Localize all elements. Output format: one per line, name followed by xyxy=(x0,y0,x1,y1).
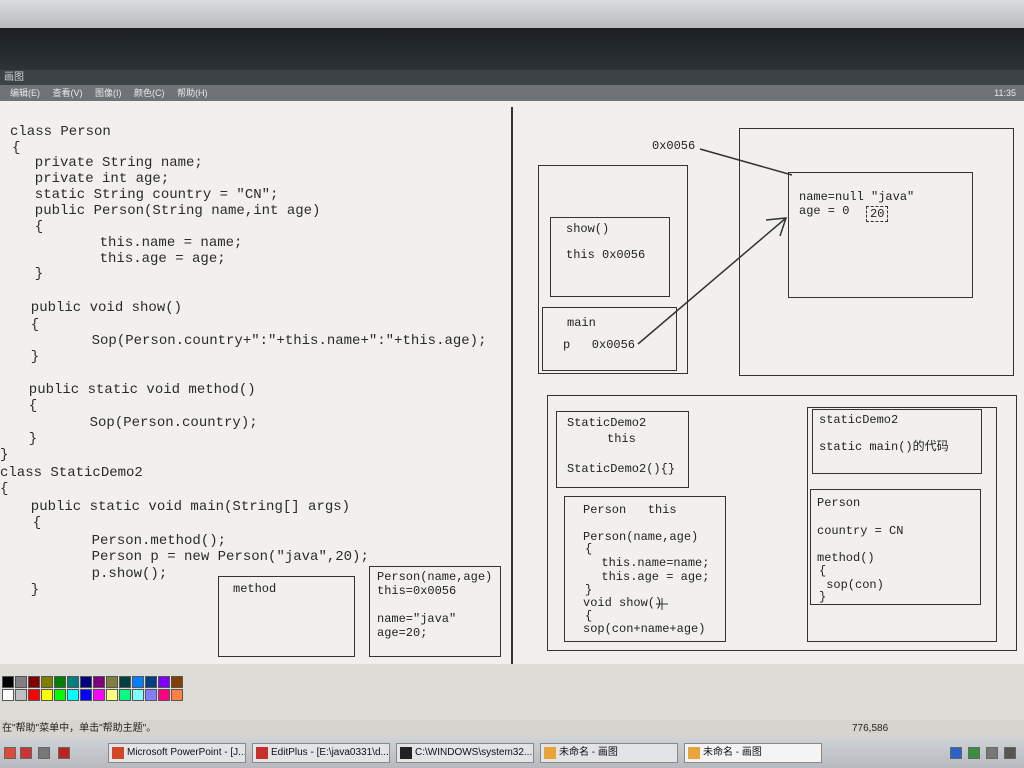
menu-color[interactable]: 颜色(C) xyxy=(134,85,165,101)
palette-swatch[interactable] xyxy=(93,689,105,701)
status-text: 在"帮助"菜单中，单击"帮助主题"。 xyxy=(2,723,157,734)
quicklaunch-icon[interactable] xyxy=(4,747,16,759)
taskbar-item-paint-2[interactable]: 未命名 - 画图 xyxy=(684,743,822,763)
palette-swatch[interactable] xyxy=(80,689,92,701)
taskbar-item-label: 未命名 - 画图 xyxy=(703,747,762,758)
taskbar-item-label: EditPlus - [E:\java0331\d... xyxy=(271,747,389,758)
palette-swatch[interactable] xyxy=(119,689,131,701)
paint-canvas[interactable]: class Person { private String name; priv… xyxy=(0,101,1024,664)
taskbar-item-powerpoint[interactable]: Microsoft PowerPoint - [J... xyxy=(108,743,246,763)
tray-icon[interactable] xyxy=(986,747,998,759)
monitor-bezel xyxy=(0,28,1024,70)
reference-arrow-line xyxy=(637,217,787,345)
palette-swatch[interactable] xyxy=(15,676,27,688)
palette-swatch[interactable] xyxy=(2,676,14,688)
palette-swatch[interactable] xyxy=(106,689,118,701)
menu-right-readout: 11:35 xyxy=(994,88,1016,98)
cursor-coordinates: 776,586 xyxy=(852,723,889,734)
palette-swatch[interactable] xyxy=(145,689,157,701)
menu-image[interactable]: 图像(I) xyxy=(95,85,122,101)
menu-help[interactable]: 帮助(H) xyxy=(177,85,208,101)
arrows-overlay xyxy=(637,148,793,610)
quicklaunch-icon[interactable] xyxy=(20,747,32,759)
taskbar-item-label: Microsoft PowerPoint - [J... xyxy=(127,747,246,758)
palette-swatch[interactable] xyxy=(93,676,105,688)
quicklaunch-icon[interactable] xyxy=(38,747,50,759)
palette-swatch[interactable] xyxy=(158,689,170,701)
palette-swatch[interactable] xyxy=(2,689,14,701)
tray-icon[interactable] xyxy=(968,747,980,759)
tray-icon[interactable] xyxy=(950,747,962,759)
palette-swatch[interactable] xyxy=(132,689,144,701)
taskbar-item-paint-1[interactable]: 未命名 - 画图 xyxy=(540,743,678,763)
wall-background xyxy=(0,0,1024,28)
editplus-icon xyxy=(256,747,268,759)
paint-icon xyxy=(544,747,556,759)
taskbar-item-label: C:\WINDOWS\system32... xyxy=(415,747,533,758)
taskbar-item-cmd[interactable]: C:\WINDOWS\system32... xyxy=(396,743,534,763)
palette-swatch[interactable] xyxy=(158,676,170,688)
menu-edit[interactable]: 编辑(E) xyxy=(10,85,40,101)
palette-swatch[interactable] xyxy=(67,689,79,701)
color-palette-area xyxy=(0,664,1024,720)
palette-swatch[interactable] xyxy=(28,676,40,688)
tray-icon[interactable] xyxy=(1004,747,1016,759)
powerpoint-icon xyxy=(112,747,124,759)
palette-swatch[interactable] xyxy=(41,689,53,701)
palette-swatch[interactable] xyxy=(132,676,144,688)
taskbar: Microsoft PowerPoint - [J... EditPlus - … xyxy=(0,738,1024,768)
cmd-icon xyxy=(400,747,412,759)
quicklaunch-icon[interactable] xyxy=(58,747,70,759)
palette-swatch[interactable] xyxy=(171,689,183,701)
palette-swatch[interactable] xyxy=(54,689,66,701)
palette-swatch[interactable] xyxy=(28,689,40,701)
taskbar-item-label: 未命名 - 画图 xyxy=(559,747,618,758)
palette-swatch[interactable] xyxy=(106,676,118,688)
palette-swatch[interactable] xyxy=(80,676,92,688)
palette-swatch[interactable] xyxy=(15,689,27,701)
menu-view[interactable]: 查看(V) xyxy=(53,85,83,101)
paint-icon xyxy=(688,747,700,759)
menu-bar: 编辑(E) 查看(V) 图像(I) 颜色(C) 帮助(H) 11:35 xyxy=(0,85,1024,101)
address-pointer-line xyxy=(699,148,793,176)
palette-swatch[interactable] xyxy=(171,676,183,688)
palette-swatch[interactable] xyxy=(67,676,79,688)
palette-swatch[interactable] xyxy=(145,676,157,688)
palette-swatch[interactable] xyxy=(41,676,53,688)
taskbar-item-editplus[interactable]: EditPlus - [E:\java0331\d... xyxy=(252,743,390,763)
palette-swatch[interactable] xyxy=(54,676,66,688)
window-title: 画图 xyxy=(4,72,24,83)
status-bar: 在"帮助"菜单中，单击"帮助主题"。 776,586 xyxy=(0,720,1024,738)
window-title-bar: 画图 xyxy=(0,70,1024,85)
palette-swatch[interactable] xyxy=(119,676,131,688)
